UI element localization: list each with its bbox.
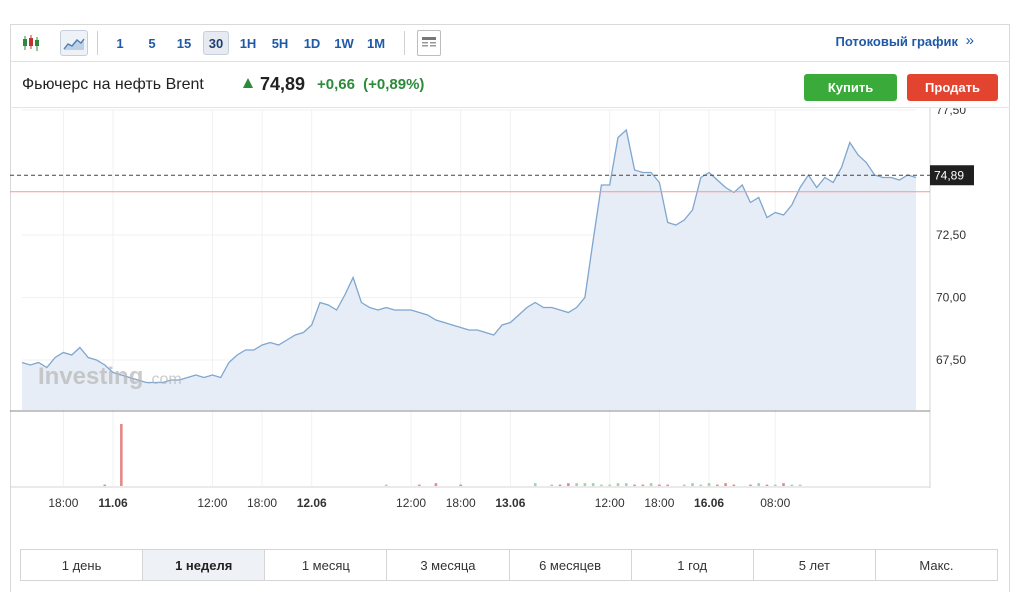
volume-bar [608,484,612,486]
last-price: 74,89 [260,74,306,94]
x-tick-label: 13.06 [495,496,525,510]
x-tick-label: 12.06 [297,496,327,510]
volume-bar [765,484,769,486]
x-tick-label: 18:00 [446,496,476,510]
last-price-tag-label: 74,89 [934,168,964,182]
x-tick-label: 16.06 [694,496,724,510]
volume-bar [757,483,761,486]
volume-bar [641,484,645,486]
last-price-tag: 74,89 [930,165,974,186]
volume-bar [434,483,438,486]
volume-bar [707,483,711,486]
y-tick-label: 70,00 [936,291,966,305]
x-tick-label: 11.06 [98,496,128,510]
price-area [22,130,916,410]
range-max[interactable]: Макс. [875,550,997,580]
volume-bar [773,484,777,486]
x-tick-label: 18:00 [48,496,78,510]
x-tick-label: 18:00 [247,496,277,510]
y-tick-label: 67,50 [936,353,966,367]
volume-bar [550,484,554,486]
interval-1w[interactable]: 1W [331,31,357,55]
volume-bar [591,483,595,486]
interval-5[interactable]: 5 [143,31,161,55]
area-chart-icon[interactable] [60,30,88,56]
volume-bar [682,484,686,486]
candlestick-icon[interactable] [20,30,42,56]
interval-1d[interactable]: 1D [300,31,324,55]
volume-bar [790,484,794,486]
interval-1m[interactable]: 1M [363,31,389,55]
interval-1h[interactable]: 1H [236,31,260,55]
x-tick-label: 12:00 [396,496,426,510]
x-tick-label: 08:00 [760,496,790,510]
volume-bars [103,424,802,486]
volume-bar [782,483,785,486]
news-layout-icon[interactable] [417,30,441,56]
sell-button[interactable]: Продать [907,74,998,101]
range-1-year[interactable]: 1 год [631,550,754,580]
change-value: +0,66 [317,76,355,93]
y-axis: 77,50 72,50 70,00 67,50 [936,108,966,367]
volume-bar [666,484,669,486]
range-1-day[interactable]: 1 день [21,550,144,580]
volume-bar [624,483,628,486]
toolbar-divider [404,31,405,55]
watermark-brand: Investing [38,363,143,390]
range-3-months[interactable]: 3 месяца [387,550,510,580]
volume-bar [575,483,578,486]
volume-bar [691,483,694,486]
buy-button[interactable]: Купить [804,74,897,101]
investing-watermark: Investing .com [38,363,182,390]
interval-30[interactable]: 30 [203,31,229,55]
x-tick-label: 18:00 [644,496,674,510]
x-tick-label: 12:00 [595,496,625,510]
instrument-header: Фьючерс на нефть Brent 74,89 +0,66 (+0,8… [10,62,1010,108]
interval-5h[interactable]: 5H [267,31,293,55]
volume-bar [459,484,463,486]
volume-bar [120,424,123,486]
volume-bar [798,484,802,486]
volume-bar [533,483,537,486]
volume-bar [732,484,736,486]
volume-bar [558,484,562,486]
volume-bar [724,483,727,486]
volume-bar [103,484,107,486]
watermark-suffix: .com [147,371,182,388]
change-percent: (+0,89%) [363,76,425,93]
instrument-name: Фьючерс на нефть Brent [22,76,204,93]
volume-bar [583,483,587,486]
volume-bar [418,484,421,486]
interval-1[interactable]: 1 [111,31,129,55]
volume-bar [749,484,752,486]
volume-bar [658,484,661,486]
y-tick-label: 72,50 [936,228,966,242]
range-1-week[interactable]: 1 неделя [143,550,266,580]
volume-bar [633,484,636,486]
toolbar-divider [97,31,98,55]
price-change: +0,66 (+0,89%) [317,76,424,93]
range-6-months[interactable]: 6 месяцев [509,550,632,580]
range-5-years[interactable]: 5 лет [753,550,876,580]
time-range-tabs: 1 день 1 неделя 1 месяц 3 месяца 6 месяц… [20,549,998,581]
streaming-chart-link[interactable]: Потоковый график [835,34,958,49]
chart-toolbar: 1 5 15 30 1H 5H 1D 1W 1M Потоковый графи… [10,24,1010,62]
double-chevron-right-icon[interactable]: » [966,32,974,49]
x-axis: 18:00 11.06 12:00 18:00 12.06 12:00 18:00 13.06… [48,496,790,510]
volume-bar [616,483,620,486]
x-tick-label: 12:00 [197,496,227,510]
y-tick-label: 77,50 [936,108,966,117]
price-chart[interactable]: 77,50 72,50 70,00 67,50 74,89 18:00 11.06 12:… [10,108,1010,524]
volume-bar [649,483,653,486]
arrow-up-icon [243,78,253,88]
volume-bar [716,484,719,486]
interval-15[interactable]: 15 [172,31,196,55]
range-1-month[interactable]: 1 месяц [265,550,388,580]
volume-bar [699,484,703,486]
volume-bar [600,484,603,486]
volume-bar [567,483,570,486]
volume-bar [384,484,388,486]
